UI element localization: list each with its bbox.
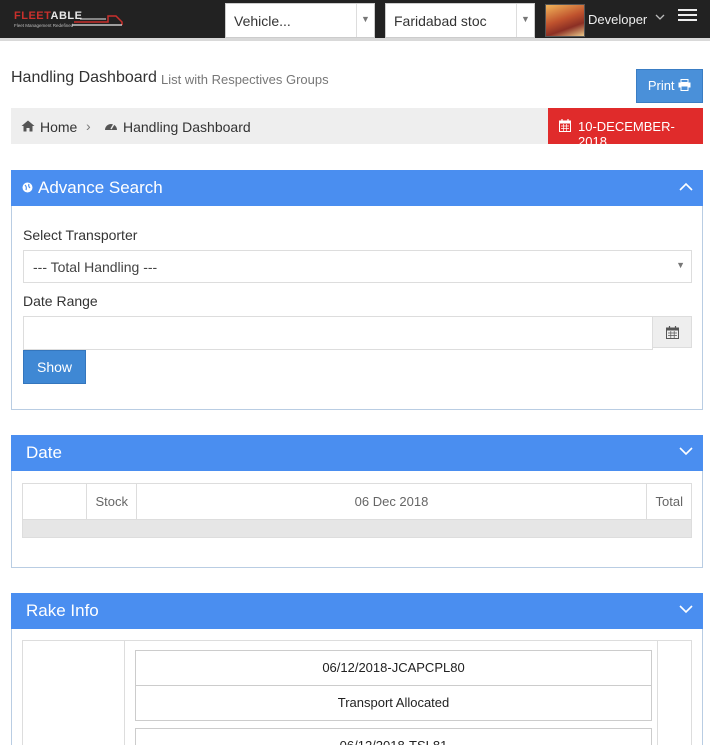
home-icon [21,120,35,132]
date-table: Stock 06 Dec 2018 Total [22,483,692,538]
rake-info-table: 06/12/2018-JCAPCPL80 Transport Allocated… [22,640,692,745]
rake-id-cell: 06/12/2018-TSL81 [135,728,652,745]
dashboard-gauge-icon [105,123,117,130]
chevron-up-icon[interactable] [679,182,693,191]
page-subtitle: List with Respectives Groups [161,72,329,87]
chevron-down-icon[interactable] [679,447,693,456]
print-button-label: Print [647,78,675,93]
logo-tagline: Fleet Management Redefined [14,23,74,28]
globe-icon [22,182,33,193]
logo-word-red: FLEET [14,10,51,22]
breadcrumb: Home › Handling Dashboard [11,108,548,144]
rake-info-column: 06/12/2018-JCAPCPL80 Transport Allocated… [124,641,658,745]
table-footer-row [22,519,692,538]
chevron-down-icon: ▼ [516,4,534,37]
user-avatar[interactable] [545,4,585,37]
location-select-value: Faridabad stoc [394,13,487,29]
advance-search-title: Advance Search [38,178,163,197]
advance-search-panel: Advance Search Select Transporter --- To… [11,170,703,410]
rake-info-title: Rake Info [26,601,99,620]
rake-id-cell: 06/12/2018-JCAPCPL80 [135,650,652,686]
table-header-cell: Stock [86,483,137,520]
calendar-icon [666,326,679,339]
fleetable-logo[interactable]: FLEETABLE Fleet Management Redefined [14,10,124,32]
transporter-label: Select Transporter [23,227,138,243]
table-header-cell [22,483,87,520]
date-panel: Date Stock 06 Dec 2018 Total [11,435,703,568]
breadcrumb-current: Handling Dashboard [123,119,251,135]
user-name[interactable]: Developer [588,12,647,27]
hamburger-menu-icon[interactable] [678,9,697,23]
top-navbar: FLEETABLE Fleet Management Redefined Veh… [0,0,710,41]
date-range-label: Date Range [23,293,98,309]
transporter-select[interactable]: --- Total Handling --- ▼ [23,250,692,283]
date-range-input[interactable] [23,316,653,350]
location-select[interactable]: Faridabad stoc ▼ [385,3,535,38]
chevron-down-icon: ▼ [356,4,374,37]
advance-search-header[interactable]: Advance Search [11,170,703,206]
printer-icon [678,79,691,91]
page-title: Handling Dashboard [11,69,157,86]
date-range-calendar-button[interactable] [652,316,692,348]
rake-info-header[interactable]: Rake Info [11,593,703,629]
calendar-icon [559,119,571,132]
truck-logo-icon [72,15,123,26]
vehicle-select-value: Vehicle... [234,13,291,29]
rake-status-cell: Transport Allocated [135,685,652,721]
table-header-row: Stock 06 Dec 2018 Total [22,483,692,520]
vehicle-select[interactable]: Vehicle... ▼ [225,3,375,38]
current-date-badge: 10-DECEMBER-2018 [548,108,703,149]
date-panel-header[interactable]: Date [11,435,703,471]
user-menu-chevron-icon[interactable] [655,13,665,24]
breadcrumb-home-link[interactable]: Home [40,119,77,135]
breadcrumb-separator: › [86,118,91,134]
table-header-cell: Total [646,483,692,520]
transporter-select-value: --- Total Handling --- [33,259,158,275]
date-panel-title: Date [26,443,62,462]
current-date-text: 10-DECEMBER-2018 [578,119,675,149]
rake-info-panel: Rake Info 06/12/2018-JCAPCPL80 Transport… [11,593,703,745]
show-button[interactable]: Show [23,350,86,384]
chevron-down-icon[interactable] [679,605,693,614]
table-header-cell: 06 Dec 2018 [136,483,647,520]
print-button[interactable]: Print [636,69,703,103]
chevron-down-icon: ▼ [676,260,685,270]
